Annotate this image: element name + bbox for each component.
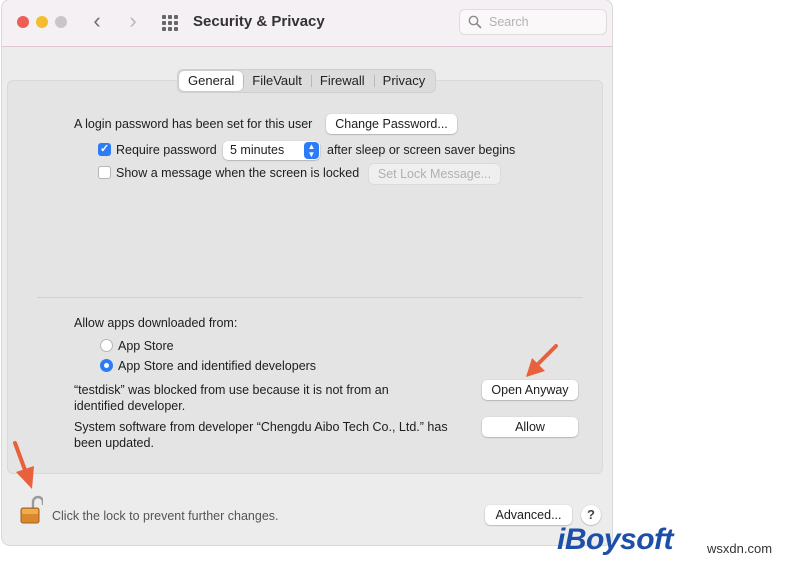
back-chevron-icon[interactable]: ‹ <box>86 10 108 34</box>
general-panel <box>7 80 603 474</box>
search-input[interactable] <box>487 14 601 30</box>
chevron-updown-icon: ▲ ▼ <box>304 142 319 159</box>
open-anyway-button[interactable]: Open Anyway <box>482 380 578 400</box>
zoom-window-button[interactable] <box>55 16 67 28</box>
radio-app-store-label: App Store <box>118 339 174 353</box>
help-button[interactable]: ? <box>581 505 601 525</box>
password-delay-popup[interactable]: 5 minutes ▲ ▼ <box>223 141 320 160</box>
allow-button[interactable]: Allow <box>482 417 578 437</box>
lock-hint-text: Click the lock to prevent further change… <box>52 509 279 523</box>
unlocked-padlock-icon[interactable] <box>19 494 43 526</box>
show-all-grid-icon[interactable] <box>162 15 178 31</box>
iboysoft-logo: iBoysoft <box>557 523 674 556</box>
search-field[interactable] <box>459 9 607 35</box>
watermark-text: wsxdn.com <box>707 541 773 556</box>
after-sleep-text: after sleep or screen saver begins <box>327 143 516 157</box>
radio-app-store[interactable] <box>100 339 113 352</box>
tab-general[interactable]: General <box>179 71 244 91</box>
annotation-arrow-lock-icon <box>13 441 34 489</box>
window-title: Security & Privacy <box>193 13 325 30</box>
tab-firewall[interactable]: Firewall <box>310 71 374 91</box>
login-password-text: A login password has been set for this u… <box>74 117 313 131</box>
radio-identified-developers-label: App Store and identified developers <box>118 359 317 373</box>
preferences-window: ‹ › Security & Privacy General FileVault… <box>2 0 612 545</box>
tab-privacy[interactable]: Privacy <box>373 71 435 91</box>
annotation-arrow-open-anyway-icon <box>526 344 558 377</box>
show-message-checkbox[interactable] <box>98 166 111 179</box>
tab-filevault[interactable]: FileVault <box>243 71 311 91</box>
title-bar: ‹ › Security & Privacy <box>2 0 612 47</box>
close-window-button[interactable] <box>17 16 29 28</box>
system-line-2: been updated. <box>74 436 154 450</box>
advanced-button[interactable]: Advanced... <box>485 505 572 525</box>
password-delay-value: 5 minutes <box>230 143 285 157</box>
system-software-message: System software from developer “Chengdu … <box>74 419 448 451</box>
blocked-line-1: “testdisk” was blocked from use because … <box>74 383 389 397</box>
forward-chevron-icon[interactable]: › <box>122 10 144 34</box>
require-password-checkbox[interactable] <box>98 142 111 156</box>
system-line-1: System software from developer “Chengdu … <box>74 420 448 434</box>
radio-identified-developers[interactable] <box>100 359 113 372</box>
require-password-label: Require password <box>116 143 217 157</box>
search-icon <box>468 15 482 29</box>
minimize-window-button[interactable] <box>36 16 48 28</box>
change-password-button[interactable]: Change Password... <box>326 114 457 134</box>
allow-apps-heading: Allow apps downloaded from: <box>74 316 238 330</box>
blocked-app-message: “testdisk” was blocked from use because … <box>74 382 389 414</box>
blocked-line-2: identified developer. <box>74 399 186 413</box>
show-message-label: Show a message when the screen is locked <box>116 166 360 180</box>
section-divider <box>37 297 583 298</box>
set-lock-message-button[interactable]: Set Lock Message... <box>369 164 500 184</box>
tab-bar: General FileVault Firewall Privacy <box>177 69 437 93</box>
